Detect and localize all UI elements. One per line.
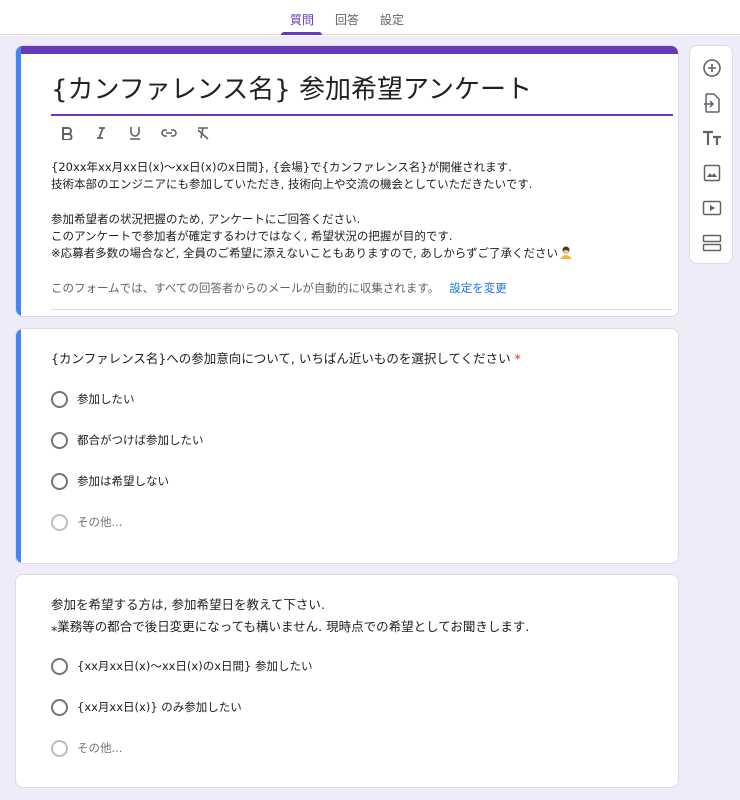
question-card-2[interactable]: 参加を希望する方は, 参加希望日を教えて下さい. ⁎業務等の都合で後日変更になっ… <box>15 574 679 788</box>
radio-button[interactable] <box>51 390 68 408</box>
description-line: 技術本部のエンジニアにも参加していただき, 技術向上や交流の機会としていただきた… <box>51 177 533 192</box>
option-label: 都合がつけば参加したい <box>77 433 204 447</box>
radio-button[interactable] <box>51 472 68 490</box>
radio-option-other[interactable]: その他... <box>51 512 122 532</box>
form-title-card[interactable]: {カンファレンス名} 参加希望アンケート {20xx年xx月xx日(x)〜xx日… <box>15 45 679 317</box>
clear-format-icon[interactable] <box>190 122 216 144</box>
radio-button[interactable] <box>51 739 68 757</box>
add-title-icon[interactable] <box>699 125 725 151</box>
description-line-last: ※応募者多数の場合など, 全員のご希望に添えないこともありますので, あしからず… <box>51 245 673 262</box>
focus-indicator <box>16 46 21 316</box>
theme-stripe <box>16 46 678 54</box>
top-tab-bar: 質問 回答 設定 <box>0 0 740 35</box>
radio-option[interactable]: {xx月xx日(x)} のみ参加したい <box>51 697 242 717</box>
add-question-icon[interactable] <box>699 55 725 81</box>
active-tab-indicator <box>281 32 322 35</box>
radio-option[interactable]: 参加したい <box>51 389 135 409</box>
link-icon[interactable] <box>156 122 182 144</box>
description-line: このアンケートで参加者が確定するわけではなく, 希望状況の把握が目的です. <box>51 229 453 244</box>
underline-icon[interactable] <box>122 122 148 144</box>
question-card-1[interactable]: {カンファレンス名}への参加意向について, いちばん近いものを選択してください *… <box>15 328 679 564</box>
option-label: {xx月xx日(x)} のみ参加したい <box>77 700 242 714</box>
radio-button[interactable] <box>51 698 68 716</box>
import-questions-icon[interactable] <box>699 90 725 116</box>
form-title-input[interactable]: {カンファレンス名} 参加希望アンケート <box>51 70 532 110</box>
email-note-text: このフォームでは、すべての回答者からのメールが自動的に収集されます。 <box>51 281 440 295</box>
description-line <box>51 194 673 211</box>
option-label: 参加は希望しない <box>77 474 169 488</box>
description-line: ※応募者多数の場合など, 全員のご希望に添えないこともありますので, あしからず… <box>51 246 559 261</box>
radio-option[interactable]: 参加は希望しない <box>51 471 169 491</box>
format-toolbar <box>54 122 216 144</box>
add-image-icon[interactable] <box>699 160 725 186</box>
radio-button[interactable] <box>51 657 68 675</box>
email-collection-note: このフォームでは、すべての回答者からのメールが自動的に収集されます。 設定を変更 <box>51 280 507 296</box>
title-input-underline <box>51 114 673 116</box>
option-label-other: その他... <box>77 515 123 529</box>
option-label-other: その他... <box>77 741 123 755</box>
description-line: {20xx年xx月xx日(x)〜xx日(x)のx日間}, {会場}で{カンファレ… <box>51 160 512 174</box>
question-title-text: {カンファレンス名}への参加意向について, いちばん近いものを選択してください <box>51 351 511 366</box>
focus-indicator <box>16 329 21 563</box>
tab-responses[interactable]: 回答 <box>335 11 359 28</box>
question-title-line: ⁎業務等の都合で後日変更になっても構いません. 現時点での希望としてお聞きします… <box>51 619 530 634</box>
question-title-line: 参加を希望する方は, 参加希望日を教えて下さい. <box>51 597 325 612</box>
radio-option[interactable]: 都合がつけば参加したい <box>51 430 204 450</box>
tab-settings[interactable]: 設定 <box>380 11 404 28</box>
radio-option[interactable]: {xx月xx日(x)〜xx日(x)のx日間} 参加したい <box>51 656 313 676</box>
option-label: 参加したい <box>77 392 135 406</box>
add-section-icon[interactable] <box>699 230 725 256</box>
option-label: {xx月xx日(x)〜xx日(x)のx日間} 参加したい <box>77 659 313 673</box>
required-asterisk: * <box>514 351 521 366</box>
change-settings-link[interactable]: 設定を変更 <box>449 281 507 295</box>
radio-button[interactable] <box>51 431 68 449</box>
form-description-input[interactable]: {20xx年xx月xx日(x)〜xx日(x)のx日間}, {会場}で{カンファレ… <box>51 159 673 263</box>
bowing-person-icon <box>559 246 573 260</box>
description-line: 参加希望者の状況把握のため, アンケートにご回答ください. <box>51 211 361 226</box>
description-underline <box>51 309 673 310</box>
bold-icon[interactable] <box>54 122 80 144</box>
radio-button[interactable] <box>51 513 68 531</box>
radio-option-other[interactable]: その他... <box>51 738 122 758</box>
question-title: {カンファレンス名}への参加意向について, いちばん近いものを選択してください * <box>51 349 521 369</box>
side-toolbar <box>689 45 733 264</box>
add-video-icon[interactable] <box>699 195 725 221</box>
italic-icon[interactable] <box>88 122 114 144</box>
tab-questions[interactable]: 質問 <box>290 11 314 28</box>
